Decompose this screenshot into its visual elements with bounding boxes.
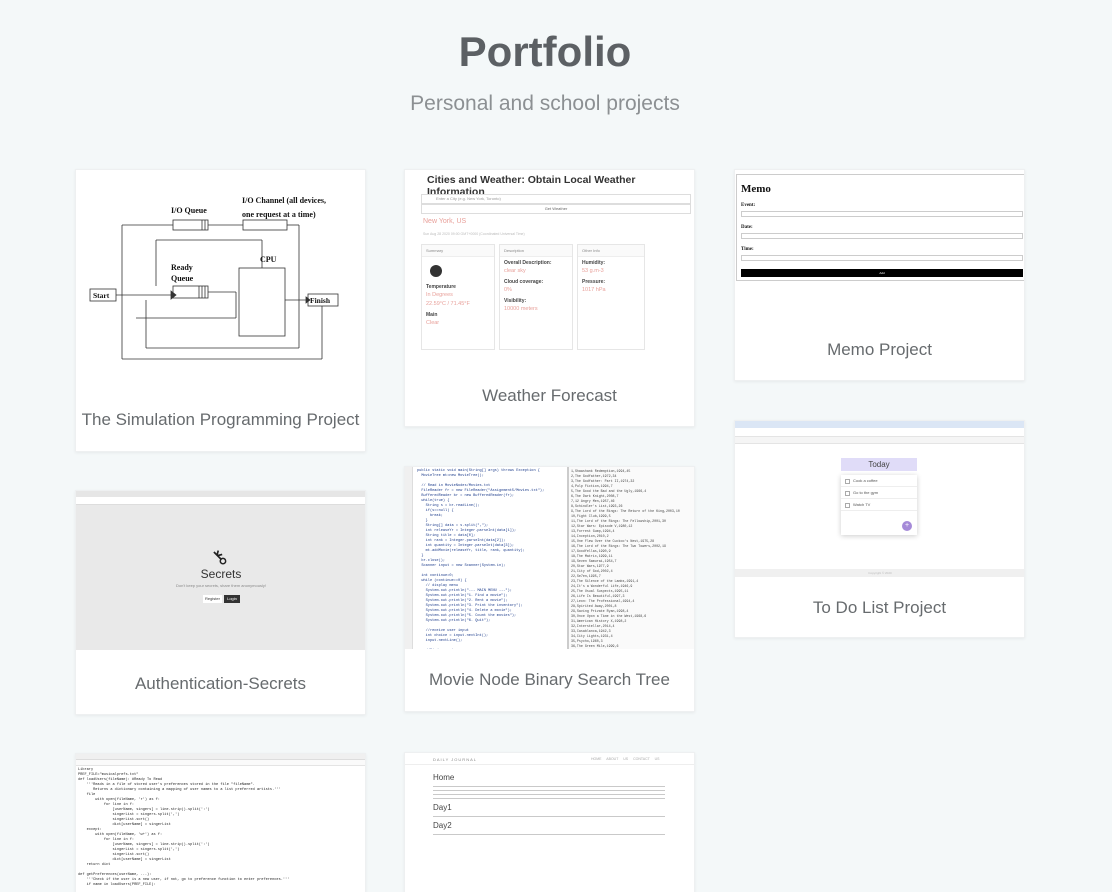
journal-text [433,833,665,837]
python-code-text: Library PREF_FILE="musicalprefs.txt" def… [78,768,290,887]
todo-item: Cook a coffee [841,475,917,487]
diagram-io-queue: I/O Queue [171,206,207,215]
project-caption[interactable]: The Simulation Programming Project [76,410,365,430]
register-button: Register [203,595,222,603]
project-card-python[interactable]: Library PREF_FILE="musicalprefs.txt" def… [75,753,366,892]
project-card-secrets[interactable]: ⚷ Secrets Don't keep your secrets, share… [75,490,366,715]
svg-text:Ready: Ready [171,263,193,272]
todo-add-button: + [902,521,912,531]
secrets-title: Secrets [200,567,242,581]
memo-title: Memo [741,183,771,195]
project-card-memo[interactable]: Memo Event: Date: Time: Add Memo Project [734,169,1025,381]
journal-brand: DAILY JOURNAL [433,757,477,762]
project-card-movie-bst[interactable]: public static void main(String[] args) t… [404,466,695,712]
secrets-subtitle: Don't keep your secrets, share them anon… [176,583,266,588]
project-caption[interactable]: Authentication-Secrets [76,674,365,694]
project-thumbnail: DAILY JOURNAL HOME ABOUT US CONTACT US H… [405,753,694,892]
svg-text:I/O Channel (all devices,: I/O Channel (all devices, [242,196,326,205]
svg-text:Finish: Finish [310,296,331,305]
journal-nav: HOME ABOUT US CONTACT US [591,757,660,761]
project-thumbnail: Today Cook a coffee Go to the gym Watch … [735,421,1024,577]
project-card-todo[interactable]: Today Cook a coffee Go to the gym Watch … [734,420,1025,638]
weather-updated: Sun Aug 28 2020 09:00 GMT+0000 (Coordina… [423,232,525,236]
svg-text:one request at a time): one request at a time) [242,210,316,219]
memo-add-button: Add [741,269,1023,277]
todo-footer: Copyright © 2020 [735,569,1024,577]
project-thumbnail: Cities and Weather: Obtain Local Weather… [405,170,694,360]
todo-item: Watch TV [841,499,917,511]
memo-event-input [741,211,1023,217]
project-thumbnail: public static void main(String[] args) t… [405,467,694,649]
data-file-text: 1,Shawshank Redemption,1994,45 2,The God… [571,469,680,648]
login-button: Login [224,595,240,603]
memo-date-input [741,233,1023,239]
weather-city-input: Enter a City (e.g. New York, Toronto) [421,194,691,204]
journal-home-heading: Home [433,773,455,782]
project-card-simulation[interactable]: I/O Queue I/O Channel (all devices, one … [75,169,366,452]
project-card-weather[interactable]: Cities and Weather: Obtain Local Weather… [404,169,695,427]
weather-description-panel: Description Overall Description: clear s… [499,244,573,350]
journal-day2-heading: Day2 [433,821,452,830]
memo-time-input [741,255,1023,261]
page-title: Portfolio [458,28,632,75]
code-editor-text: public static void main(String[] args) t… [417,469,545,643]
weather-summary-panel: Summary Temperature In Degrees 22.59°C /… [421,244,495,350]
weather-other-panel: Other Info Humidity: 53 g.m-3 Pressure: … [577,244,645,350]
simulation-diagram: I/O Queue I/O Channel (all devices, one … [89,196,339,360]
project-card-journal[interactable]: DAILY JOURNAL HOME ABOUT US CONTACT US H… [404,752,695,892]
project-thumbnail: I/O Queue I/O Channel (all devices, one … [76,170,365,395]
svg-text:Start: Start [93,291,110,300]
page-subtitle: Personal and school projects [410,92,680,115]
weather-icon [430,265,442,277]
journal-day1-heading: Day1 [433,803,452,812]
get-weather-button: Get Weather [421,204,691,214]
project-thumbnail: Memo Event: Date: Time: Add [736,174,1024,281]
project-thumbnail: ⚷ Secrets Don't keep your secrets, share… [76,491,365,651]
todo-item: Go to the gym [841,487,917,499]
project-caption[interactable]: Memo Project [735,340,1024,360]
svg-text:CPU: CPU [260,255,277,264]
todo-heading: Today [841,458,917,471]
svg-text:Queue: Queue [171,274,194,283]
project-caption[interactable]: Weather Forecast [405,386,694,406]
project-caption[interactable]: Movie Node Binary Search Tree [405,670,694,690]
journal-text [433,785,665,801]
project-thumbnail: Library PREF_FILE="musicalprefs.txt" def… [76,754,365,892]
weather-city: New York, US [423,218,467,225]
project-caption[interactable]: To Do List Project [735,598,1024,618]
journal-text [433,815,665,819]
